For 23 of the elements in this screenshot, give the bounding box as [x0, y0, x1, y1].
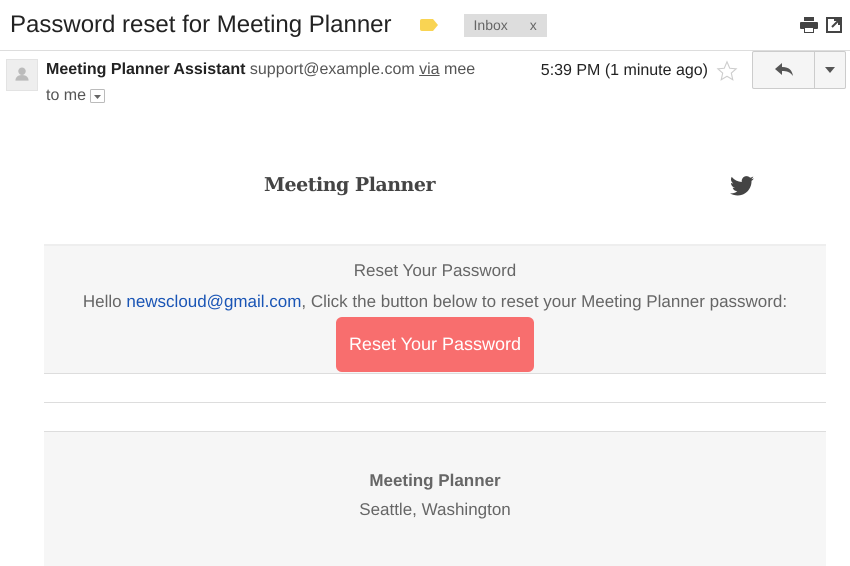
instruction-text: Hello newscloud@gmail.com, Click the button below to reset your Meeting Planner password:: [82, 290, 788, 312]
sender-name: Meeting Planner Assistant: [46, 61, 246, 78]
new-window-icon[interactable]: [826, 17, 842, 33]
via-link[interactable]: via: [419, 61, 440, 78]
reply-icon: [774, 62, 792, 77]
remove-label-button[interactable]: x: [530, 16, 537, 32]
via-domain: mee: [444, 61, 476, 78]
caret-icon: [825, 66, 835, 73]
star-icon[interactable]: [716, 60, 738, 82]
recipient-text: to me: [46, 86, 86, 106]
footer-name: Meeting Planner: [368, 470, 502, 492]
avatar-icon: [6, 59, 38, 91]
logo-text: Meeting Planner: [264, 173, 435, 198]
bird-icon[interactable]: [730, 176, 754, 196]
print-icon[interactable]: [800, 17, 818, 33]
sender-email: support@example.com: [250, 61, 415, 78]
email-subject: Password reset for Meeting Planner: [10, 10, 392, 40]
label-text: Inbox: [474, 16, 508, 32]
dropdown-icon[interactable]: [90, 89, 106, 103]
message-time: 5:39 PM (1 minute ago): [540, 61, 708, 81]
email-link[interactable]: newscloud@gmail.com: [126, 292, 302, 310]
footer-location: Seattle, Washington: [358, 498, 512, 520]
panel-heading: Reset Your Password: [352, 260, 518, 282]
